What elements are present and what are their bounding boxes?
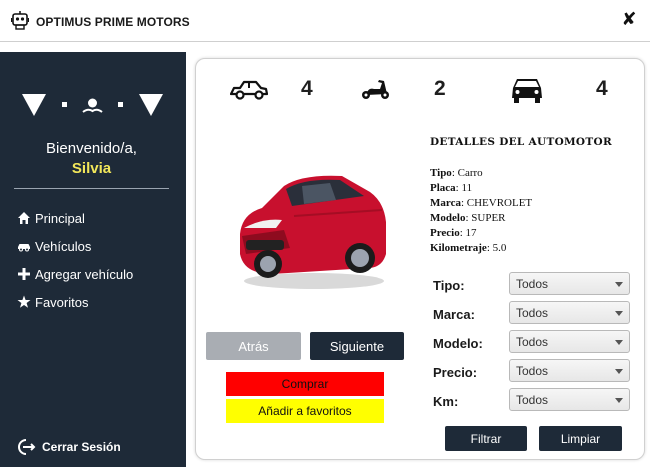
detail-precio: Precio: 17 bbox=[430, 227, 477, 239]
details-title: DETALLES DEL AUTOMOTOR bbox=[430, 136, 612, 148]
chevron-down-icon bbox=[615, 311, 623, 316]
sidebar-divider bbox=[14, 188, 169, 189]
vehicle-image bbox=[240, 175, 386, 289]
welcome-text: Bienvenido/a, bbox=[46, 140, 137, 157]
filter-select-precio[interactable]: Todos bbox=[509, 359, 630, 382]
filter-button[interactable]: Filtrar bbox=[445, 426, 527, 451]
sidebar-item-agregar-vehiculo[interactable]: Agregar vehículo bbox=[17, 265, 133, 283]
sidebar-item-principal[interactable]: Principal bbox=[17, 209, 85, 227]
filter-label-marca: Marca: bbox=[433, 307, 475, 322]
detail-kilometraje: Kilometraje: 5.0 bbox=[430, 242, 507, 254]
detail-tipo: Tipo: Carro bbox=[430, 167, 483, 179]
motorcycle-icon bbox=[362, 80, 389, 99]
buy-button[interactable]: Comprar bbox=[226, 372, 384, 396]
clear-button[interactable]: Limpiar bbox=[539, 426, 622, 451]
sidebar: Bienvenido/a, Silvia Principal Vehículos… bbox=[0, 52, 186, 467]
next-button[interactable]: Siguiente bbox=[310, 332, 404, 360]
add-favorite-button[interactable]: Añadir a favoritos bbox=[226, 399, 384, 423]
detail-marca: Marca: CHEVROLET bbox=[430, 197, 533, 209]
vehicle-panel: 4 2 4 DETALLES DEL AUTOMOTOR Tipo: Carro… bbox=[195, 58, 645, 460]
filter-select-km[interactable]: Todos bbox=[509, 388, 630, 411]
detail-placa: Placa: 11 bbox=[430, 182, 473, 194]
sidebar-item-vehiculos[interactable]: Vehículos bbox=[17, 237, 91, 255]
trucks-count: 4 bbox=[596, 77, 608, 100]
filter-select-marca[interactable]: Todos bbox=[509, 301, 630, 324]
motorcycles-count: 2 bbox=[434, 77, 446, 100]
car-icon bbox=[18, 244, 30, 252]
filter-label-km: Km: bbox=[433, 394, 459, 409]
filter-select-modelo[interactable]: Todos bbox=[509, 330, 630, 353]
plus-icon bbox=[18, 268, 30, 280]
chevron-down-icon bbox=[615, 398, 623, 403]
car-icon bbox=[230, 80, 268, 100]
star-icon bbox=[17, 295, 31, 308]
sidebar-item-label: Agregar vehículo bbox=[35, 266, 134, 282]
filter-label-precio: Precio: bbox=[433, 365, 478, 380]
sidebar-item-label: Vehículos bbox=[35, 238, 92, 254]
chevron-down-icon bbox=[615, 340, 623, 345]
app-title: OPTIMUS PRIME MOTORS bbox=[36, 15, 190, 29]
username: Silvia bbox=[71, 160, 112, 177]
filter-select-tipo[interactable]: Todos bbox=[509, 272, 630, 295]
cars-count: 4 bbox=[301, 77, 313, 100]
logout-icon bbox=[18, 439, 36, 455]
filter-label-tipo: Tipo: bbox=[433, 278, 465, 293]
sidebar-item-label: Principal bbox=[35, 210, 85, 226]
sidebar-item-favoritos[interactable]: Favoritos bbox=[17, 293, 88, 311]
detail-modelo: Modelo: SUPER bbox=[430, 212, 506, 224]
logo-icon bbox=[22, 94, 163, 116]
chevron-down-icon bbox=[615, 369, 623, 374]
logout-label: Cerrar Sesión bbox=[42, 440, 121, 454]
prev-button[interactable]: Atrás bbox=[206, 332, 301, 360]
close-icon[interactable]: ✘ bbox=[621, 10, 637, 28]
robot-icon bbox=[11, 11, 29, 30]
filter-label-modelo: Modelo: bbox=[433, 336, 483, 351]
chevron-down-icon bbox=[615, 282, 623, 287]
logout-button[interactable]: Cerrar Sesión bbox=[16, 438, 121, 456]
home-icon bbox=[18, 212, 30, 224]
sidebar-item-label: Favoritos bbox=[35, 294, 89, 310]
truck-icon bbox=[512, 79, 542, 103]
title-bar: OPTIMUS PRIME MOTORS ✘ bbox=[0, 0, 650, 42]
